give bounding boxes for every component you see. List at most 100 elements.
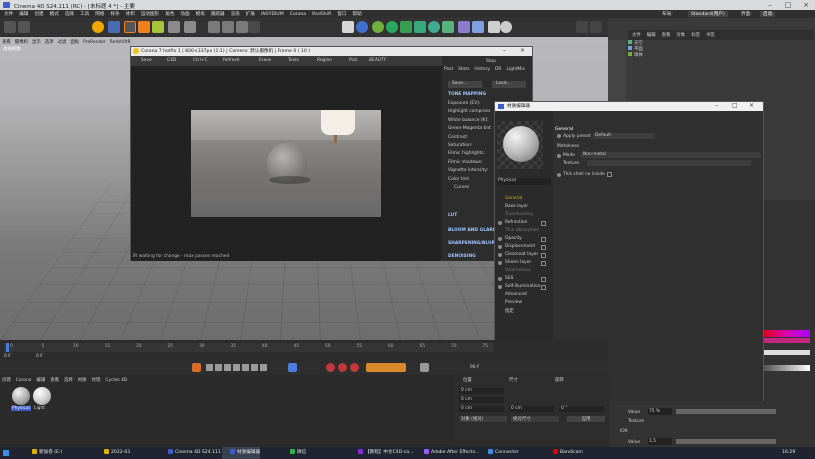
light-material-thumb[interactable] [33, 387, 51, 405]
sharpening-header[interactable]: SHARPENING/BLUR [448, 241, 495, 246]
y-axis-icon[interactable] [222, 21, 234, 33]
mm-menu-item-5[interactable]: 材质 [78, 377, 87, 383]
mode-select[interactable]: Non-metal [581, 152, 761, 158]
taskbar-item-1[interactable]: 2022-03 [96, 447, 130, 459]
save-settings-button[interactable]: Save... [448, 81, 482, 88]
pos-y-field[interactable]: 0 cm [459, 397, 504, 403]
tone-item-10[interactable]: Curves [454, 185, 469, 190]
playhead[interactable] [6, 343, 9, 352]
menu-item-5[interactable]: 工具 [80, 11, 89, 17]
menu-item-3[interactable]: 模式 [50, 11, 59, 17]
tone-item-7[interactable]: Filmic shadows: [448, 160, 483, 165]
channel-checkbox-11[interactable] [541, 284, 546, 290]
tone-item-1[interactable]: Highlight compress [448, 109, 490, 114]
channel-checkbox-5[interactable] [541, 236, 546, 242]
denoising-header[interactable]: DENOISING [448, 254, 476, 259]
coordinate-icon[interactable] [152, 21, 164, 33]
color-swatch[interactable] [760, 338, 810, 343]
viewport-menu-item-7[interactable]: RedshiftR [110, 40, 131, 45]
menu-item-11[interactable]: 动画 [180, 11, 189, 17]
generator-icon[interactable] [372, 21, 384, 33]
color-spectrum[interactable] [760, 330, 810, 337]
channel-checkbox-10[interactable] [541, 276, 546, 282]
menu-item-15[interactable]: 扩展 [246, 11, 255, 17]
taskbar-item-8[interactable]: Bandicam [545, 447, 583, 459]
interface-select[interactable]: 启动 [760, 11, 776, 17]
tone-item-6[interactable]: Filmic highlights: [448, 151, 485, 156]
mm-menu-item-0[interactable]: 创建 [2, 377, 11, 383]
channel-checkbox-7[interactable] [541, 252, 546, 258]
post-tab-4[interactable]: LightMix [506, 67, 525, 72]
taskbar-item-5[interactable]: 【教程】中文C4D-co... [350, 447, 414, 459]
value1-field[interactable]: 75 % [648, 408, 672, 415]
post-tab-3[interactable]: DR [495, 67, 501, 72]
live-select-icon[interactable] [92, 21, 104, 33]
menu-item-2[interactable]: 创建 [34, 11, 43, 17]
erase-button[interactable]: Erase [259, 56, 271, 66]
menu-item-16[interactable]: INSYDIUM [261, 12, 284, 17]
value1-slider[interactable] [676, 409, 776, 414]
material-name-field[interactable]: Physical [497, 178, 551, 185]
menu-item-13[interactable]: 跟踪器 [211, 11, 225, 17]
tag-icon[interactable] [458, 21, 470, 33]
rw-minimize-icon[interactable]: – [503, 47, 506, 54]
menu-item-0[interactable]: 文件 [4, 11, 13, 17]
scale-icon[interactable] [138, 21, 150, 33]
tone-mapping-header[interactable]: TONE MAPPING [448, 92, 486, 97]
menu-item-20[interactable]: 帮助 [352, 11, 361, 17]
menu-item-4[interactable]: 选择 [65, 11, 74, 17]
light-material-label[interactable]: Light [34, 406, 45, 411]
channel-item-14[interactable]: 指定 [505, 308, 514, 314]
object-tab-2[interactable]: 查看 [662, 32, 671, 38]
taskbar-item-6[interactable]: Adobe After Effects... [416, 447, 479, 459]
coord-mode-select[interactable]: 对象 (相对) [459, 416, 507, 422]
tone-item-8[interactable]: Vignette intensity: [448, 168, 488, 173]
viewport-menu-item-4[interactable]: 过滤 [58, 39, 67, 45]
first-frame-icon[interactable] [206, 364, 213, 371]
floor-icon[interactable] [472, 21, 484, 33]
end-frame-field[interactable]: 90 F [470, 365, 480, 370]
minimize-icon[interactable]: – [761, 0, 779, 10]
channel-item-10[interactable]: SSS [505, 276, 513, 281]
taskbar-item-4[interactable]: 微信 [282, 447, 306, 459]
channel-item-11[interactable]: Self-illumination [505, 284, 540, 289]
key-filter-icons[interactable] [366, 363, 406, 372]
frame-right-field[interactable]: 0 F [36, 354, 43, 359]
menu-item-8[interactable]: 体积 [126, 11, 135, 17]
channel-item-3[interactable]: Refraction [505, 220, 527, 225]
channel-item-6[interactable]: Displacement [505, 244, 535, 249]
loop-icon[interactable] [288, 363, 297, 372]
keyframe-select-icon[interactable] [350, 363, 359, 372]
channel-item-12[interactable]: Advanced [505, 292, 527, 297]
tone-item-3[interactable]: Green-Magenta tint [448, 126, 491, 131]
object-tab-3[interactable]: 对象 [676, 32, 685, 38]
save-button[interactable]: Save [141, 56, 152, 66]
post-tab-2[interactable]: History [474, 67, 490, 72]
bloom-header[interactable]: BLOOM AND GLARE [448, 228, 496, 233]
spline-icon[interactable] [356, 21, 368, 33]
physical-material-label[interactable]: Physical [11, 406, 31, 411]
keyframe-icon[interactable] [326, 363, 335, 372]
beauty-pass-select[interactable]: BEAUTY [369, 56, 386, 66]
lut-header[interactable]: LUT [448, 213, 457, 218]
ior-slider[interactable] [676, 439, 776, 444]
channel-item-13[interactable]: Preview [505, 300, 522, 305]
render-region-icon[interactable] [168, 21, 180, 33]
channel-checkbox-3[interactable] [541, 220, 546, 226]
gradient-slider[interactable] [760, 365, 810, 371]
object-tab-0[interactable]: 文件 [632, 32, 641, 38]
sky-icon[interactable] [488, 21, 500, 33]
menu-item-18[interactable]: RedShift [312, 12, 331, 17]
menu-item-19[interactable]: 窗口 [337, 11, 346, 17]
load-settings-button[interactable]: Load... [492, 81, 526, 88]
render-canvas[interactable] [131, 66, 441, 261]
channel-item-8[interactable]: Sheen layer [505, 260, 531, 265]
mm-menu-item-7[interactable]: Cycles 4D [105, 378, 127, 383]
close-icon[interactable]: × [797, 0, 815, 10]
ior-field[interactable]: 1.5 [648, 438, 672, 445]
pos-x-field[interactable]: 0 cm [459, 388, 504, 394]
preset-select[interactable]: Default [593, 133, 655, 139]
channel-checkbox-8[interactable] [541, 260, 546, 266]
tone-item-9[interactable]: Color tint: [448, 177, 470, 182]
material-preview[interactable] [497, 121, 543, 169]
